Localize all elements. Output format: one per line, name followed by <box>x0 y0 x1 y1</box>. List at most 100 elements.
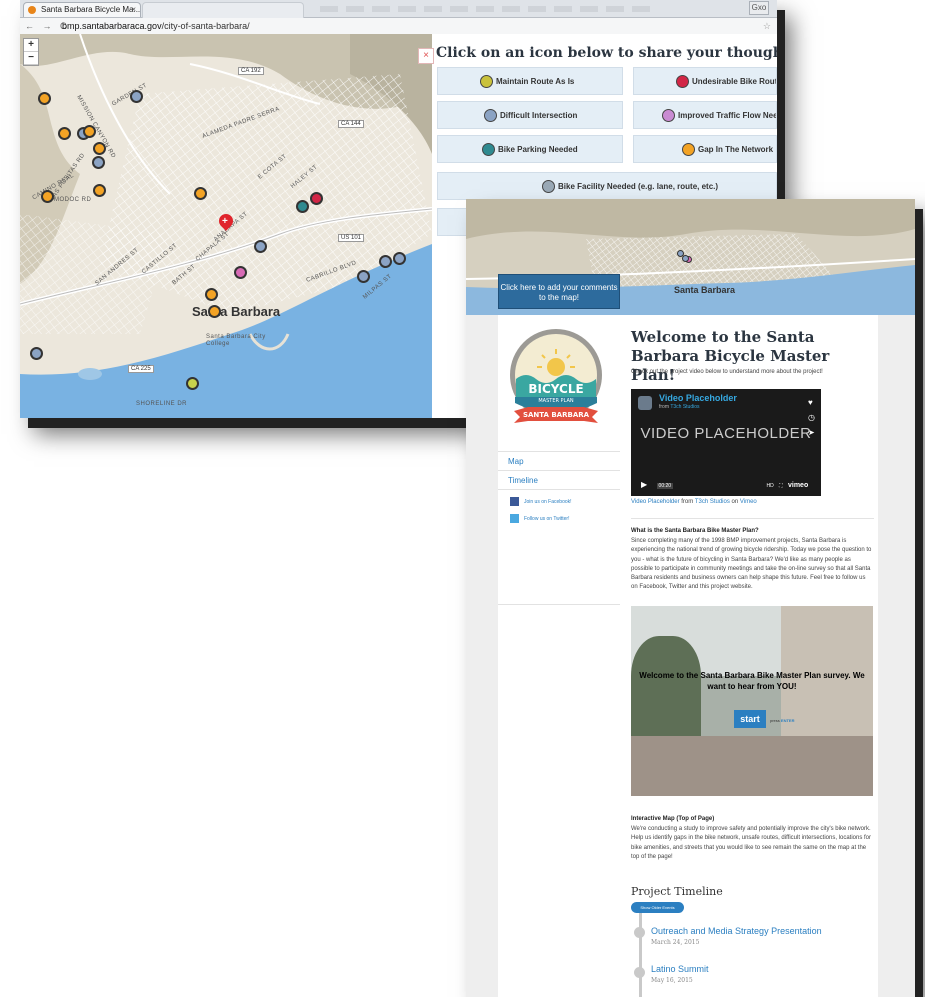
panel-title: Click on an icon below to share your tho… <box>436 45 777 61</box>
zoom-control: + − <box>23 38 39 66</box>
address-bar[interactable]: ← → C bmp.santabarbaraca.gov/city-of-san… <box>20 18 777 35</box>
map-marker[interactable] <box>393 252 406 265</box>
map-marker[interactable] <box>83 125 96 138</box>
map-marker[interactable] <box>130 90 143 103</box>
video-caption-vimeo[interactable]: Vimeo <box>740 499 757 505</box>
street-label: SHORELINE DR <box>136 401 188 407</box>
survey-enter-word: ENTER <box>780 718 795 723</box>
fullscreen-icon[interactable]: ⛶ <box>779 483 783 489</box>
timeline-event-title[interactable]: Latino Summit <box>651 964 709 974</box>
map-marker[interactable] <box>186 377 199 390</box>
survey-embed[interactable]: Welcome to the Santa Barbara Bike Master… <box>631 606 873 796</box>
college-label: Santa Barbara City College <box>206 334 266 347</box>
option-bike-parking-button[interactable]: Bike Parking Needed <box>437 135 623 163</box>
facebook-label: Join us on Facebook! <box>524 498 572 505</box>
panel-close-button[interactable]: × <box>418 48 434 64</box>
content-card: BICYCLE MASTER PLAN SANTA BARBARA Map Ti… <box>498 315 878 997</box>
project-page: Click here to add your comments to the m… <box>466 199 915 997</box>
timeline-event-date: May 16, 2015 <box>651 977 693 984</box>
page-subtitle: Check out the project video below to und… <box>631 369 823 375</box>
banner-city-label: Santa Barbara <box>674 285 736 295</box>
survey-press-enter: press ENTER <box>770 718 794 723</box>
map-marker[interactable] <box>296 200 309 213</box>
section-heading: Interactive Map (Top of Page) <box>631 816 715 822</box>
hwy-ca144-label: CA 144 <box>338 120 364 128</box>
video-caption: Video Placeholder from T3ch Studios on V… <box>631 499 757 505</box>
favicon-icon <box>28 6 36 14</box>
video-title[interactable]: Video Placeholder <box>659 393 737 403</box>
video-time: 00:20 <box>656 483 674 489</box>
video-from: from T3ch Studios <box>659 404 700 410</box>
traffic-flow-icon <box>662 109 675 123</box>
banner-marker[interactable] <box>682 255 689 262</box>
play-icon[interactable]: ▶ <box>641 480 647 489</box>
map-marker[interactable] <box>30 347 43 360</box>
timeline-event-title[interactable]: Outreach and Media Strategy Presentation <box>651 926 822 936</box>
timeline-event-date: March 24, 2015 <box>651 939 700 946</box>
tab-close-icon[interactable]: × <box>131 3 136 17</box>
option-undesirable-route-button[interactable]: Undesirable Bike Route <box>633 67 777 95</box>
browser-tab-inactive[interactable] <box>142 2 304 18</box>
video-author[interactable]: T3ch Studios <box>670 404 699 410</box>
video-caption-link[interactable]: Video Placeholder <box>631 499 680 505</box>
map-marker[interactable] <box>93 184 106 197</box>
option-label: Bike Facility Needed (e.g. lane, route, … <box>558 182 719 191</box>
map-marker[interactable] <box>357 270 370 283</box>
sidebar-item-map[interactable]: Map <box>508 457 524 466</box>
map-marker[interactable] <box>92 156 105 169</box>
hwy-ca192-label: CA 192 <box>238 67 264 75</box>
zoom-out-button[interactable]: − <box>24 52 38 65</box>
map-marker[interactable] <box>93 142 106 155</box>
maintain-route-icon <box>480 75 493 89</box>
option-difficult-intersection-button[interactable]: Difficult Intersection <box>437 101 623 129</box>
hwy-us101-label: US 101 <box>338 234 365 242</box>
option-maintain-route-button[interactable]: Maintain Route As Is <box>437 67 623 95</box>
map-marker[interactable] <box>254 240 267 253</box>
option-traffic-flow-button[interactable]: Improved Traffic Flow Needed <box>633 101 777 129</box>
banner-map[interactable]: Click here to add your comments to the m… <box>466 199 915 315</box>
survey-start-button[interactable]: start <box>734 710 766 728</box>
map-marker[interactable] <box>205 288 218 301</box>
option-label: Maintain Route As Is <box>496 77 575 86</box>
map-marker[interactable] <box>379 255 392 268</box>
section-body: We're conducting a study to improve safe… <box>631 826 872 860</box>
add-comments-button[interactable]: Click here to add your comments to the m… <box>498 274 620 309</box>
like-icon[interactable]: ♥ <box>808 395 815 410</box>
map-marker[interactable] <box>208 305 221 318</box>
option-bike-facility-button[interactable]: Bike Facility Needed (e.g. lane, route, … <box>437 172 777 200</box>
sidebar-item-timeline[interactable]: Timeline <box>508 476 538 485</box>
window-control-button[interactable]: Gxo <box>749 1 769 15</box>
show-older-events-button[interactable]: Show Older Events <box>631 902 684 913</box>
url-text[interactable]: bmp.santabarbaraca.gov/city-of-santa-bar… <box>62 18 250 34</box>
map-marker[interactable] <box>194 187 207 200</box>
section-divider <box>631 518 874 519</box>
sidebar-divider <box>498 489 620 490</box>
twitter-icon <box>510 514 519 523</box>
bookmark-star-icon[interactable]: ☆ <box>763 18 771 34</box>
undesirable-route-icon <box>676 75 689 89</box>
map-marker[interactable] <box>310 192 323 205</box>
option-gap-network-button[interactable]: Gap In The Network <box>633 135 777 163</box>
video-from-word: from <box>659 404 669 410</box>
map-marker[interactable] <box>41 190 54 203</box>
difficult-intersection-icon <box>484 109 497 123</box>
timeline-title: Project Timeline <box>631 885 723 898</box>
map-marker[interactable] <box>38 92 51 105</box>
map-marker[interactable] <box>234 266 247 279</box>
hwy-ca225-label: CA 225 <box>128 365 154 373</box>
facebook-link[interactable]: Join us on Facebook! <box>510 497 572 506</box>
facebook-icon <box>510 497 519 506</box>
logo-text-master-plan: MASTER PLAN <box>538 398 574 404</box>
twitter-link[interactable]: Follow us on Twitter! <box>510 514 569 523</box>
video-caption-text: on <box>729 499 740 505</box>
map-marker[interactable] <box>58 127 71 140</box>
hd-badge[interactable]: HD <box>766 483 773 489</box>
zoom-in-button[interactable]: + <box>24 39 38 52</box>
video-player[interactable]: Video Placeholder from T3ch Studios ♥ ◷ … <box>631 389 821 496</box>
survey-press-word: press <box>770 718 780 723</box>
watch-later-icon[interactable]: ◷ <box>808 410 815 425</box>
browser-tab-active[interactable]: Santa Barbara Bicycle Ma... × <box>23 2 141 17</box>
map-canvas[interactable]: + − CA 192 CA 144 US 101 CA 225 GARDEN S… <box>20 34 432 418</box>
video-caption-author[interactable]: T3ch Studios <box>695 499 730 505</box>
vimeo-logo[interactable]: vimeo <box>788 482 808 489</box>
